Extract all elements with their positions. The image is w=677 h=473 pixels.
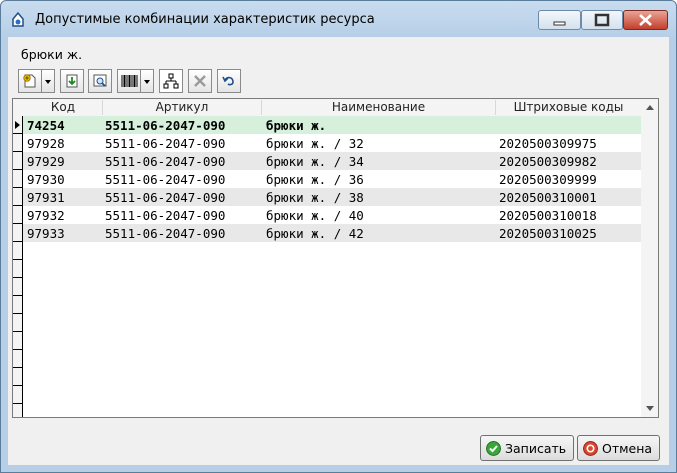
- table-row[interactable]: 74254 5511-06-2047-090 брюки ж.: [23, 116, 641, 134]
- row-indicator-line: [13, 367, 22, 368]
- row-indicator-line: [13, 403, 22, 404]
- cell-code: 97931: [27, 190, 65, 205]
- column-header-barcodes[interactable]: Штриховые коды: [496, 100, 641, 114]
- row-indicator-line: [13, 331, 22, 332]
- cell-barcode: 2020500309982: [499, 154, 597, 169]
- cell-article: 5511-06-2047-090: [105, 154, 226, 169]
- save-button[interactable]: Записать: [480, 435, 574, 461]
- row-indicator-line: [13, 277, 22, 278]
- close-icon: [639, 14, 652, 26]
- cell-article: 5511-06-2047-090: [105, 226, 226, 241]
- table-row[interactable]: 97930 5511-06-2047-090 брюки ж. / 36 202…: [23, 170, 641, 188]
- cell-code: 97933: [27, 226, 65, 241]
- cell-name: брюки ж. / 36: [266, 172, 364, 187]
- row-indicator-line: [13, 241, 22, 242]
- undo-button[interactable]: [217, 69, 241, 93]
- cell-barcode: 2020500310001: [499, 190, 597, 205]
- row-indicator-line: [13, 169, 22, 170]
- add-document-icon: [23, 74, 36, 88]
- table-row[interactable]: 97932 5511-06-2047-090 брюки ж. / 40 202…: [23, 206, 641, 224]
- scroll-up-icon[interactable]: [646, 105, 654, 110]
- cell-name: брюки ж. / 42: [266, 226, 364, 241]
- preview-button[interactable]: [88, 69, 112, 93]
- row-indicator-line: [13, 187, 22, 188]
- column-header-code[interactable]: Код: [25, 100, 101, 114]
- cell-code: 74254: [27, 118, 65, 133]
- delete-button[interactable]: [188, 69, 212, 93]
- row-indicator-line: [13, 385, 22, 386]
- row-indicator-column: [13, 116, 23, 417]
- cancel-icon: [583, 441, 598, 456]
- table-row[interactable]: 97931 5511-06-2047-090 брюки ж. / 38 202…: [23, 188, 641, 206]
- cell-name: брюки ж.: [266, 118, 327, 133]
- hierarchy-button[interactable]: [159, 69, 183, 93]
- vertical-scrollbar[interactable]: [641, 99, 658, 417]
- row-indicator-line: [13, 313, 22, 314]
- cell-barcode: 2020500310025: [499, 226, 597, 241]
- combinations-grid[interactable]: Код Артикул Наименование Штриховые коды …: [12, 98, 659, 418]
- save-label: Записать: [505, 441, 567, 456]
- cell-name: брюки ж. / 38: [266, 190, 364, 205]
- row-indicator-line: [13, 205, 22, 206]
- cell-article: 5511-06-2047-090: [105, 172, 226, 187]
- preview-icon: [93, 74, 107, 87]
- title-bar[interactable]: Допустимые комбинации характеристик ресу…: [1, 1, 676, 37]
- undo-icon: [222, 76, 234, 86]
- cell-code: 97929: [27, 154, 65, 169]
- cell-article: 5511-06-2047-090: [105, 136, 226, 151]
- cell-barcode: 2020500309999: [499, 172, 597, 187]
- hierarchy-icon: [163, 73, 179, 89]
- add-button[interactable]: [18, 69, 42, 93]
- cell-code: 97932: [27, 208, 65, 223]
- grid-header: Код Артикул Наименование Штриховые коды: [13, 99, 641, 117]
- cell-barcode: 2020500310018: [499, 208, 597, 223]
- row-indicator-line: [13, 133, 22, 134]
- resource-name: брюки ж.: [21, 47, 83, 62]
- current-row-arrow-icon: [15, 121, 20, 129]
- cell-name: брюки ж. / 32: [266, 136, 364, 151]
- row-indicator-line: [13, 349, 22, 350]
- barcode-dropdown[interactable]: [141, 69, 154, 93]
- cell-article: 5511-06-2047-090: [105, 208, 226, 223]
- dialog-window: Допустимые комбинации характеристик ресу…: [0, 0, 677, 473]
- window-title: Допустимые комбинации характеристик ресу…: [35, 12, 375, 27]
- export-icon: [66, 74, 78, 88]
- close-window-button[interactable]: [623, 10, 668, 30]
- row-indicator-line: [13, 259, 22, 260]
- cell-article: 5511-06-2047-090: [105, 118, 226, 133]
- cell-barcode: 2020500309975: [499, 136, 597, 151]
- row-indicator-line: [13, 223, 22, 224]
- barcode-button[interactable]: [117, 69, 141, 93]
- app-icon: [12, 11, 24, 27]
- cell-name: брюки ж. / 40: [266, 208, 364, 223]
- column-header-article[interactable]: Артикул: [103, 100, 261, 114]
- cancel-label: Отмена: [602, 441, 653, 456]
- dialog-client: брюки ж. Код Артикул Наименование Штрихо…: [8, 37, 669, 465]
- export-button[interactable]: [60, 69, 84, 93]
- cell-code: 97930: [27, 172, 65, 187]
- maximize-button[interactable]: [581, 10, 623, 30]
- table-row[interactable]: 97929 5511-06-2047-090 брюки ж. / 34 202…: [23, 152, 641, 170]
- minimize-button[interactable]: [538, 10, 581, 30]
- column-header-name[interactable]: Наименование: [262, 100, 495, 114]
- delete-icon: [194, 75, 206, 87]
- cancel-button[interactable]: Отмена: [577, 435, 660, 461]
- checkmark-icon: [486, 441, 501, 456]
- cell-code: 97928: [27, 136, 65, 151]
- maximize-icon: [594, 13, 610, 27]
- table-row[interactable]: 97933 5511-06-2047-090 брюки ж. / 42 202…: [23, 224, 641, 242]
- cell-article: 5511-06-2047-090: [105, 190, 226, 205]
- row-indicator-line: [13, 295, 22, 296]
- add-dropdown[interactable]: [42, 69, 55, 93]
- cell-name: брюки ж. / 34: [266, 154, 364, 169]
- scroll-down-icon[interactable]: [646, 406, 654, 411]
- row-indicator-line: [13, 151, 22, 152]
- barcode-icon: [121, 75, 138, 87]
- minimize-icon: [553, 21, 566, 26]
- table-row[interactable]: 97928 5511-06-2047-090 брюки ж. / 32 202…: [23, 134, 641, 152]
